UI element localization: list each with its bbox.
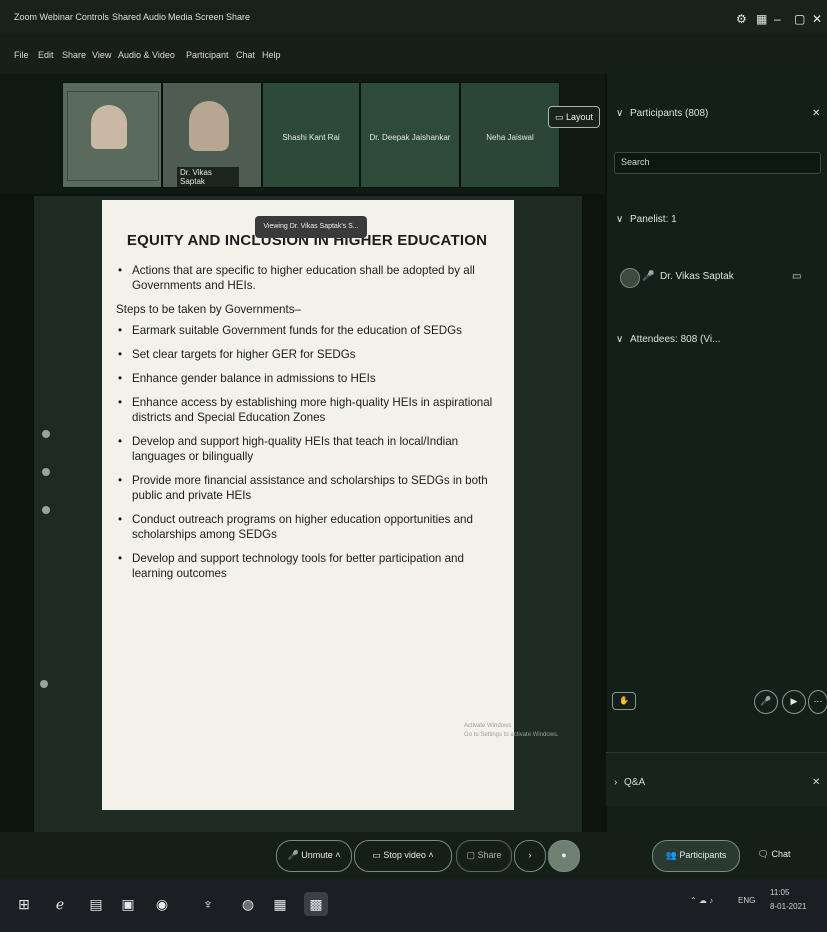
chevron-down-icon[interactable]: ∨ xyxy=(616,214,623,225)
folder-icon[interactable]: ▦ xyxy=(268,892,292,916)
tray-icons[interactable]: ⌃ ☁ ♪ xyxy=(690,896,713,905)
video-tile-5[interactable]: Neha Jaiswal xyxy=(460,82,560,188)
tile-name: Shashi Kant Rai xyxy=(282,133,340,142)
window-tab-1[interactable]: Zoom Webinar Controls xyxy=(14,12,109,22)
window-tab-3[interactable]: Media Screen Share xyxy=(168,12,250,22)
raise-hand-button[interactable]: ✋ xyxy=(612,692,636,710)
panelist-name[interactable]: Dr. Vikas Saptak xyxy=(660,271,734,282)
tray-time[interactable]: 11:05 xyxy=(770,888,789,897)
tool-dot-icon[interactable] xyxy=(42,468,50,476)
word-icon[interactable]: ▣ xyxy=(116,892,140,916)
close-panel-icon[interactable]: ✕ xyxy=(812,108,820,119)
video-tile-4[interactable]: Dr. Deepak Jaishankar xyxy=(360,82,460,188)
tile-name: Dr. Deepak Jaishankar xyxy=(369,133,451,142)
activate-windows-watermark: Activate Windows Go to Settings to activ… xyxy=(464,723,559,738)
menu-participant[interactable]: Participant xyxy=(186,50,229,60)
share-label: Share xyxy=(477,850,502,860)
chrome-icon[interactable]: ◉ xyxy=(150,892,174,916)
person-thumbnail xyxy=(189,101,229,151)
unmute-label: Unmute xyxy=(301,850,333,860)
qa-panel-header: › Q&A ✕ xyxy=(606,752,827,806)
layout-button[interactable]: ▭ Layout xyxy=(548,106,600,128)
chevron-down-icon[interactable]: ∨ xyxy=(616,108,623,119)
tile-name: Neha Jaiswal xyxy=(486,133,534,142)
slide-bullet: Enhance gender balance in admissions to … xyxy=(116,371,498,386)
share-button[interactable]: ▢ Share xyxy=(456,840,512,872)
video-button[interactable]: ▶ xyxy=(782,690,806,714)
panelists-label: Panelist: 1 xyxy=(630,214,677,225)
pin-icon[interactable]: ♆ xyxy=(196,892,220,916)
grid-icon[interactable]: ▦ xyxy=(756,12,767,26)
attendees-label: Attendees: 808 (Vi... xyxy=(630,334,721,345)
avatar xyxy=(620,268,640,288)
layout-label: Layout xyxy=(565,112,594,122)
more-options-button[interactable]: › xyxy=(514,840,546,872)
meeting-controls: 🎤 Unmute ˄ ▭ Stop video ˄ ▢ Share › ● 👥 … xyxy=(0,832,827,878)
mic-icon: 🎤 xyxy=(642,271,655,282)
slide-bullet: Set clear targets for higher GER for SED… xyxy=(116,347,498,362)
tool-dot-icon[interactable] xyxy=(42,430,50,438)
chevron-down-icon[interactable]: ∨ xyxy=(616,334,623,345)
viewing-indicator[interactable]: Viewing Dr. Vikas Saptak's S... xyxy=(255,216,367,238)
slide-steps-heading: Steps to be taken by Governments– xyxy=(116,303,301,316)
tile-name: Dr. Vikas Saptak xyxy=(177,167,239,187)
stop-video-button[interactable]: ▭ Stop video ˄ xyxy=(354,840,452,872)
tray-date[interactable]: 8-01-2021 xyxy=(770,902,806,911)
participants-header: Participants (808) xyxy=(630,108,709,119)
video-tile-1[interactable] xyxy=(62,82,162,188)
chevron-right-icon[interactable]: › xyxy=(614,777,617,788)
slide-bullet: Conduct outreach programs on higher educ… xyxy=(116,512,498,542)
stop-video-label: Stop video xyxy=(383,850,426,860)
slide-bullet: Develop and support technology tools for… xyxy=(116,551,498,581)
video-icon: ▭ xyxy=(792,271,802,282)
slide-bullet: Provide more financial assistance and sc… xyxy=(116,473,498,503)
menu-bar: File Edit Share View Audio & Video Parti… xyxy=(0,34,827,74)
menu-audio-video[interactable]: Audio & Video xyxy=(118,50,175,60)
window-title-bar: Zoom Webinar Controls Shared Audio Media… xyxy=(0,0,827,34)
slide-bullet: Earmark suitable Government funds for th… xyxy=(116,323,498,338)
presentation-slide: EQUITY AND INCLUSION IN HIGHER EDUCATION… xyxy=(102,200,514,810)
unmute-button[interactable]: 🎤 Unmute ˄ xyxy=(276,840,352,872)
file-explorer-icon[interactable]: ▤ xyxy=(84,892,108,916)
annotation-toolbar xyxy=(40,430,56,570)
zoom-app-icon[interactable]: ▩ xyxy=(304,892,328,916)
menu-share[interactable]: Share xyxy=(62,50,86,60)
room-background xyxy=(67,91,159,181)
record-icon[interactable]: ● xyxy=(548,840,580,872)
edge-icon[interactable]: ℯ xyxy=(48,892,72,916)
window-tab-2[interactable]: Shared Audio xyxy=(112,12,166,22)
tool-dot-icon[interactable] xyxy=(42,506,50,514)
video-strip: Dr. Vikas Saptak Shashi Kant Rai Dr. Dee… xyxy=(0,74,605,194)
video-tile-2[interactable]: Dr. Vikas Saptak xyxy=(162,82,262,188)
slide-bullet: Develop and support high-quality HEIs th… xyxy=(116,434,498,464)
participants-panel xyxy=(606,74,827,832)
camera-icon[interactable]: ◍ xyxy=(236,892,260,916)
menu-edit[interactable]: Edit xyxy=(38,50,54,60)
close-icon[interactable]: ✕ xyxy=(812,12,822,26)
participant-search-input[interactable]: Search xyxy=(614,152,821,174)
chat-label: Chat xyxy=(771,849,791,859)
minimize-icon[interactable]: – xyxy=(774,12,781,26)
slide-intro-bullet: Actions that are specific to higher educ… xyxy=(116,263,498,293)
windows-taskbar: ⊞ ℯ ▤ ▣ ◉ ♆ ◍ ▦ ▩ ⌃ ☁ ♪ ENG 11:05 8-01-2… xyxy=(0,878,827,932)
menu-view[interactable]: View xyxy=(92,50,111,60)
tray-lang[interactable]: ENG xyxy=(738,896,755,905)
mic-button[interactable]: 🎤 xyxy=(754,690,778,714)
menu-chat[interactable]: Chat xyxy=(236,50,255,60)
chat-button[interactable]: 🗨 Chat xyxy=(744,840,804,870)
restore-icon[interactable]: ▢ xyxy=(794,12,805,26)
slide-dot-icon[interactable] xyxy=(40,680,48,688)
windows-start-icon[interactable]: ⊞ xyxy=(12,892,36,916)
close-qa-icon[interactable]: ✕ xyxy=(812,777,820,788)
participants-label: Participants xyxy=(679,850,727,860)
more-button[interactable]: ⋯ xyxy=(808,690,827,714)
gear-icon[interactable]: ⚙ xyxy=(736,12,747,26)
participants-button[interactable]: 👥 Participants xyxy=(652,840,740,872)
menu-file[interactable]: File xyxy=(14,50,29,60)
slide-bullet: Enhance access by establishing more high… xyxy=(116,395,498,425)
video-tile-3[interactable]: Shashi Kant Rai xyxy=(262,82,360,188)
qa-label: Q&A xyxy=(624,777,646,788)
menu-help[interactable]: Help xyxy=(262,50,281,60)
